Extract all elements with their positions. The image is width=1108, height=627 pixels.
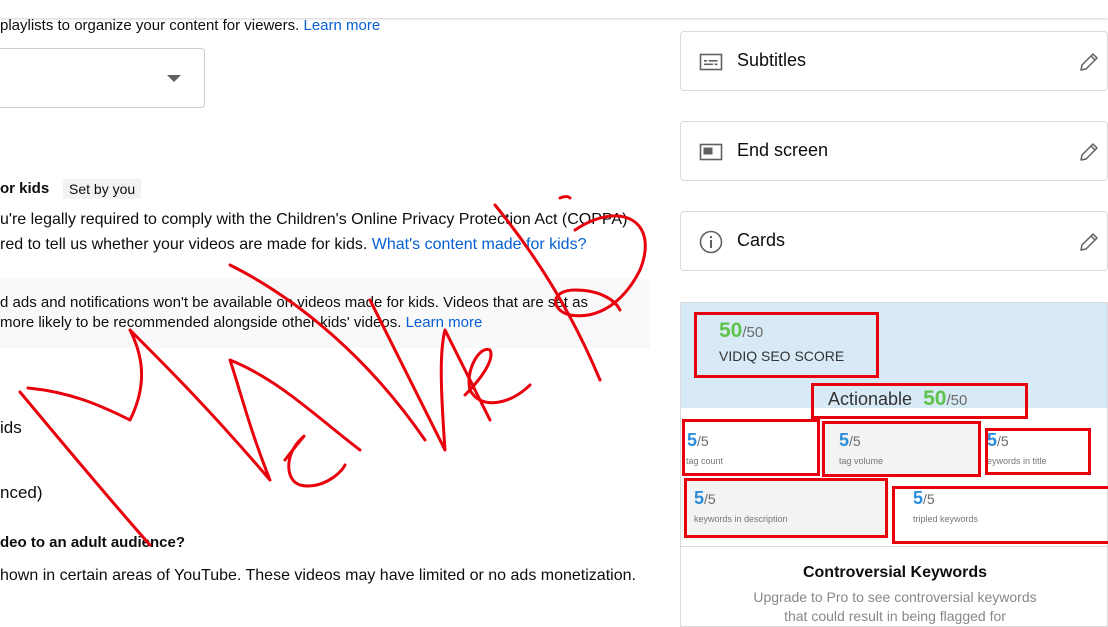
subtitles-label: Subtitles: [737, 50, 807, 70]
controversial-keywords-desc-1: Upgrade to Pro to see controversial keyw…: [753, 589, 1037, 605]
intro-text: playlists to organize your content for v…: [0, 17, 381, 34]
metric-tag-volume: 5/5 tag volume: [821, 420, 979, 478]
pencil-icon[interactable]: [1077, 50, 1101, 74]
seo-score: 50/50: [719, 319, 764, 342]
metric-score: 5/5: [987, 430, 1009, 450]
cards-label: Cards: [737, 230, 786, 250]
set-by-you-badge: Set by you: [63, 179, 142, 199]
coppa-text-line-1: u're legally required to comply with the…: [0, 211, 628, 228]
metric-label: tripled keywords: [913, 514, 979, 524]
age-restriction-description: hown in certain areas of YouTube. These …: [0, 567, 636, 584]
info-icon: [699, 230, 723, 254]
end-screen-card[interactable]: End screen: [680, 121, 1108, 181]
metric-score: 5/5: [694, 488, 716, 508]
metric-keywords-in-description: 5/5 keywords in description: [681, 478, 889, 540]
actionable-score: Actionable 50/50: [828, 387, 968, 410]
cards-card[interactable]: Cards: [680, 211, 1108, 271]
top-bar: [0, 0, 1108, 18]
seo-score-label: VIDIQ SEO SCORE: [719, 348, 845, 364]
pencil-icon[interactable]: [1077, 140, 1101, 164]
content-made-for-kids-link[interactable]: What's content made for kids?: [372, 236, 587, 253]
made-for-kids-option[interactable]: ids: [0, 418, 22, 438]
metric-keywords-in-title: 5/5 eywords in title: [987, 420, 1107, 478]
end-screen-label: End screen: [737, 140, 829, 160]
metric-tag-count: 5/5 tag count: [681, 420, 821, 478]
vidiq-seo-panel: 50/50 VIDIQ SEO SCORE Actionable 50/50 5…: [680, 302, 1108, 627]
notice-text-line-2: more likely to be recommended alongside …: [0, 314, 483, 331]
divider: [681, 546, 1107, 547]
metric-score: 5/5: [913, 488, 935, 508]
metric-label: tag volume: [839, 456, 884, 466]
chevron-down-icon: [167, 75, 181, 82]
metric-label: keywords in description: [694, 514, 788, 524]
controversial-keywords-title: Controversial Keywords: [802, 564, 988, 581]
advanced-option[interactable]: nced): [0, 483, 43, 503]
audience-heading: or kids: [0, 180, 50, 197]
notice-learn-more-link[interactable]: Learn more: [406, 314, 483, 331]
metric-label: eywords in title: [987, 456, 1047, 466]
kids-notice: [0, 278, 650, 348]
end-screen-icon: [699, 143, 723, 161]
pencil-icon[interactable]: [1077, 230, 1101, 254]
subtitles-card[interactable]: Subtitles: [680, 31, 1108, 91]
metric-score: 5/5: [839, 430, 861, 450]
metric-label: tag count: [686, 456, 724, 466]
metric-tripled-keywords: 5/5 tripled keywords: [893, 478, 1107, 540]
metric-score: 5/5: [687, 430, 709, 450]
controversial-keywords-desc-2: that could result in being flagged for: [784, 608, 1006, 624]
learn-more-link[interactable]: Learn more: [303, 17, 380, 34]
playlist-select[interactable]: [0, 48, 205, 108]
subtitles-icon: [699, 53, 723, 71]
age-restriction-question: deo to an adult audience?: [0, 534, 186, 551]
notice-text-line-1: d ads and notifications won't be availab…: [0, 294, 588, 311]
coppa-text-line-2: red to tell us whether your videos are m…: [0, 236, 587, 253]
